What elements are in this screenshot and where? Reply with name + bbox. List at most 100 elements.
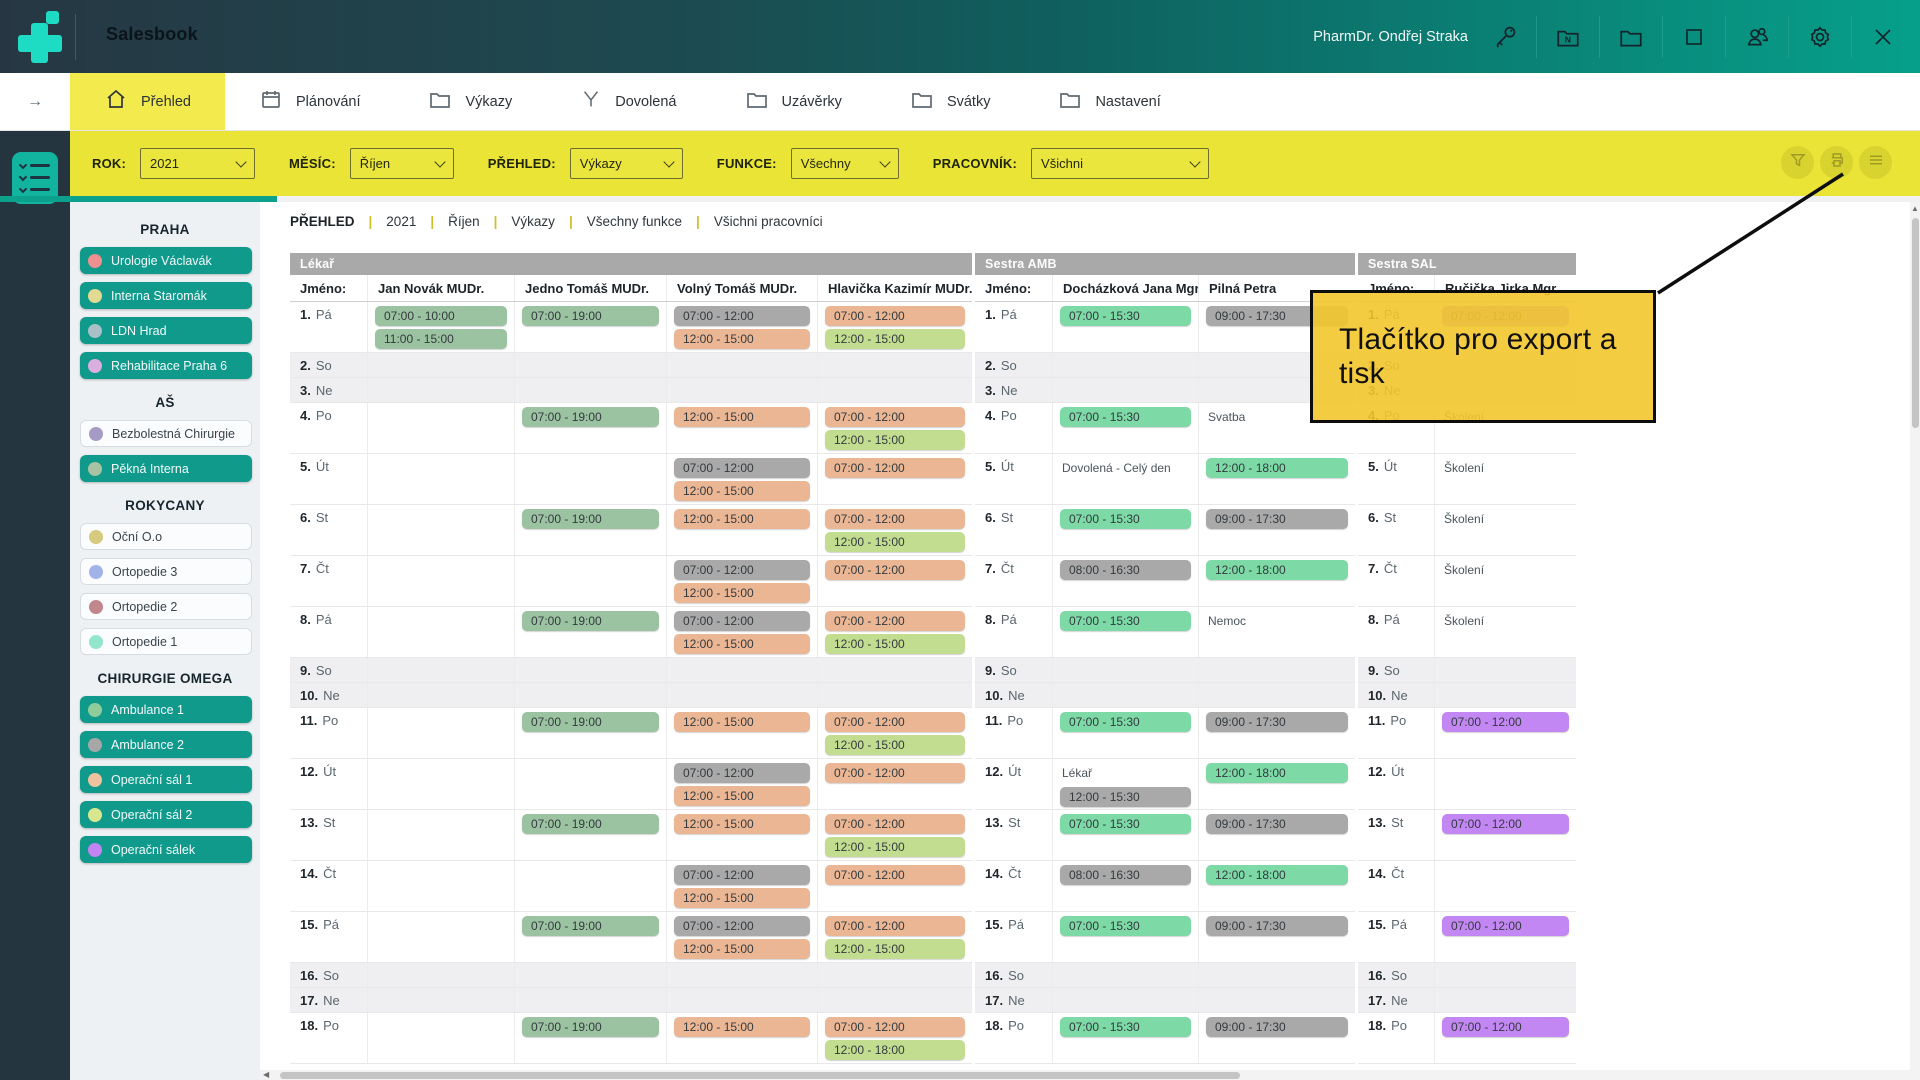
shift-cell[interactable]: 07:00 - 19:00	[515, 1013, 667, 1063]
location-item[interactable]: LDN Hrad	[80, 317, 252, 344]
shift-cell[interactable]: 08:00 - 16:30	[1053, 556, 1199, 606]
shift-cell[interactable]	[368, 912, 515, 962]
filter-select-měsíc[interactable]: Říjen	[350, 148, 454, 179]
shift-pill[interactable]: 07:00 - 12:00	[674, 916, 810, 936]
shift-pill[interactable]: 07:00 - 15:30	[1060, 916, 1191, 936]
shift-cell[interactable]: 08:00 - 16:30	[1053, 861, 1199, 911]
location-item[interactable]: Interna Staromák	[80, 282, 252, 309]
shift-cell[interactable]: 12:00 - 18:00	[1199, 556, 1355, 606]
shift-cell[interactable]: 12:00 - 18:00	[1199, 454, 1355, 504]
shift-cell[interactable]: 07:00 - 15:30	[1053, 912, 1199, 962]
shift-cell[interactable]: 07:00 - 12:0012:00 - 15:00	[667, 302, 818, 352]
shift-cell[interactable]	[667, 988, 818, 1012]
tab-vykazy[interactable]: Výkazy	[394, 73, 546, 130]
shift-pill[interactable]: 08:00 - 16:30	[1060, 865, 1191, 885]
shift-cell[interactable]: 07:00 - 19:00	[515, 403, 667, 453]
shift-pill[interactable]: 07:00 - 19:00	[522, 407, 659, 427]
tab-dovolena[interactable]: Dovolená	[546, 73, 710, 130]
shift-cell[interactable]	[1053, 988, 1199, 1012]
shift-cell[interactable]	[667, 683, 818, 707]
shift-cell[interactable]: 07:00 - 12:00 12:00 - 15:00	[667, 454, 818, 504]
shift-pill[interactable]: 07:00 - 12:00	[674, 458, 810, 478]
shift-pill[interactable]: 07:00 - 19:00	[522, 306, 659, 326]
shift-cell[interactable]	[515, 454, 667, 504]
shift-cell[interactable]: 07:00 - 12:0012:00 - 15:00	[818, 505, 972, 555]
menu-button[interactable]	[1859, 146, 1892, 179]
shift-cell[interactable]	[515, 353, 667, 377]
shift-pill[interactable]: 07:00 - 12:00	[674, 763, 810, 783]
location-item[interactable]: Operační sálek	[80, 836, 252, 863]
shift-pill[interactable]: 12:00 - 18:00	[1206, 560, 1348, 580]
shift-pill[interactable]: 09:00 - 17:30	[1206, 1017, 1348, 1037]
shift-pill[interactable]: 07:00 - 12:00	[825, 560, 965, 580]
shift-pill[interactable]: 07:00 - 12:00	[825, 814, 965, 834]
shift-pill[interactable]: 07:00 - 12:00	[674, 865, 810, 885]
shift-cell[interactable]	[1053, 683, 1199, 707]
shift-cell[interactable]: 07:00 - 19:00	[515, 505, 667, 555]
shift-pill[interactable]: 12:00 - 15:00	[674, 583, 810, 603]
shift-pill[interactable]: 11:00 - 15:00	[375, 329, 507, 349]
shift-cell[interactable]	[667, 658, 818, 682]
shift-cell[interactable]	[1199, 963, 1355, 987]
shift-cell[interactable]: 07:00 - 15:30	[1053, 505, 1199, 555]
shift-cell[interactable]	[515, 861, 667, 911]
shift-pill[interactable]: 07:00 - 19:00	[522, 1017, 659, 1037]
shift-cell[interactable]	[368, 988, 515, 1012]
shift-cell[interactable]	[818, 378, 972, 402]
shift-cell[interactable]	[1053, 963, 1199, 987]
location-item[interactable]: Operační sál 1	[80, 766, 252, 793]
shift-cell[interactable]: 07:00 - 15:30	[1053, 302, 1199, 352]
folder-new-icon[interactable]: N	[1553, 22, 1583, 52]
shift-pill[interactable]: 12:00 - 15:00	[674, 634, 810, 654]
shift-cell[interactable]	[667, 963, 818, 987]
shift-cell[interactable]: 12:00 - 15:00	[667, 708, 818, 758]
shift-pill[interactable]: 12:00 - 15:00	[825, 634, 965, 654]
shift-pill[interactable]: 07:00 - 12:00	[825, 458, 965, 478]
shift-cell[interactable]: 07:00 - 12:00	[818, 861, 972, 911]
shift-cell[interactable]: 07:00 - 12:0012:00 - 15:00	[818, 302, 972, 352]
shift-pill[interactable]: 07:00 - 12:00	[1442, 916, 1569, 936]
shift-pill[interactable]: 07:00 - 15:30	[1060, 407, 1191, 427]
location-item[interactable]: Operační sál 2	[80, 801, 252, 828]
shift-cell[interactable]: 07:00 - 12:00	[1435, 708, 1576, 758]
shift-cell[interactable]	[515, 658, 667, 682]
shift-pill[interactable]: 12:00 - 18:00	[1206, 763, 1348, 783]
shift-pill[interactable]: 12:00 - 15:30	[1060, 787, 1191, 807]
shift-cell[interactable]	[1053, 378, 1199, 402]
shift-pill[interactable]: 12:00 - 15:00	[674, 407, 810, 427]
shift-cell[interactable]	[368, 759, 515, 809]
location-item[interactable]: Ambulance 2	[80, 731, 252, 758]
vertical-scrollbar[interactable]: ▲	[1910, 202, 1920, 1080]
horizontal-scrollbar[interactable]: ◀	[260, 1070, 1910, 1080]
tab-planovani[interactable]: Plánování	[225, 73, 395, 130]
shift-cell[interactable]	[368, 378, 515, 402]
shift-cell[interactable]: 07:00 - 12:00	[1435, 1013, 1576, 1063]
shift-cell[interactable]: 12:00 - 18:00	[1199, 861, 1355, 911]
shift-pill[interactable]: 12:00 - 15:00	[674, 481, 810, 501]
shift-cell[interactable]: 07:00 - 12:00 12:00 - 15:00	[818, 810, 972, 860]
shift-pill[interactable]: 07:00 - 12:00	[825, 407, 965, 427]
shift-cell[interactable]	[368, 963, 515, 987]
shift-cell[interactable]: 07:00 - 15:30	[1053, 708, 1199, 758]
shift-cell[interactable]	[1199, 683, 1355, 707]
shift-pill[interactable]: 07:00 - 10:00	[375, 306, 507, 326]
shift-pill[interactable]: 07:00 - 12:00	[1442, 1017, 1569, 1037]
shift-pill[interactable]: 07:00 - 15:30	[1060, 712, 1191, 732]
shift-cell[interactable]	[368, 556, 515, 606]
shift-pill[interactable]: 12:00 - 15:00	[674, 939, 810, 959]
shift-pill[interactable]: 12:00 - 15:00	[825, 939, 965, 959]
shift-pill[interactable]: 12:00 - 15:00	[825, 837, 965, 857]
folder-icon[interactable]	[1616, 22, 1646, 52]
shift-cell[interactable]: 07:00 - 12:00	[818, 759, 972, 809]
shift-cell[interactable]: 09:00 - 17:30	[1199, 1013, 1355, 1063]
shift-cell[interactable]	[1053, 658, 1199, 682]
shift-pill[interactable]: 07:00 - 12:00	[825, 916, 965, 936]
shift-cell[interactable]: 07:00 - 12:0012:00 - 15:00	[667, 556, 818, 606]
shift-cell[interactable]: 07:00 - 12:0012:00 - 15:00	[818, 607, 972, 657]
shift-cell[interactable]: 09:00 - 17:30	[1199, 505, 1355, 555]
shift-cell[interactable]	[368, 403, 515, 453]
shift-cell[interactable]: 12:00 - 18:00	[1199, 759, 1355, 809]
shift-cell[interactable]: 09:00 - 17:30	[1199, 912, 1355, 962]
shift-cell[interactable]: Nemoc	[1199, 607, 1355, 657]
shift-cell[interactable]: 07:00 - 12:0012:00 - 15:00	[667, 759, 818, 809]
